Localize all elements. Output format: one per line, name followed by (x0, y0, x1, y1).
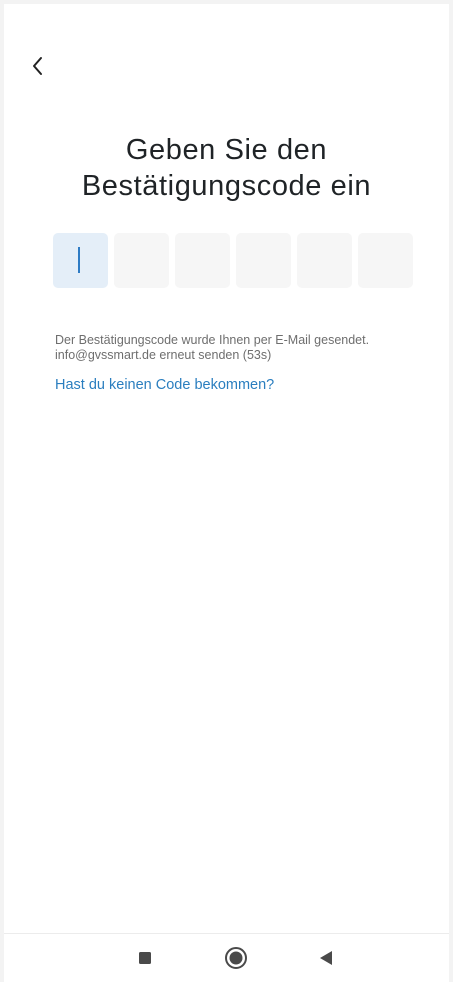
code-digit-4[interactable] (236, 233, 291, 288)
resend-countdown: info@gvssmart.de erneut senden (53s) (55, 348, 272, 362)
verification-screen: Geben Sie den Bestätigungscode ein Der B… (4, 4, 449, 982)
back-button[interactable] (22, 50, 54, 82)
code-digit-1[interactable] (53, 233, 108, 288)
recent-apps-icon (139, 952, 151, 964)
system-nav-bar (4, 933, 449, 982)
code-digit-2[interactable] (114, 233, 169, 288)
code-digit-5[interactable] (297, 233, 352, 288)
nav-recent-apps-button[interactable] (131, 944, 159, 972)
text-caret (78, 247, 80, 273)
chevron-left-icon (33, 57, 42, 75)
page-title: Geben Sie den Bestätigungscode ein (81, 134, 372, 202)
back-triangle-icon (320, 951, 332, 965)
info-text: Der Bestätigungscode wurde Ihnen per E-M… (55, 333, 435, 363)
code-digit-3[interactable] (175, 233, 230, 288)
home-icon (225, 947, 247, 969)
nav-home-button[interactable] (222, 944, 250, 972)
info-sent-message: Der Bestätigungscode wurde Ihnen per E-M… (55, 333, 370, 347)
nav-back-button[interactable] (312, 944, 340, 972)
code-digit-6[interactable] (358, 233, 413, 288)
code-input-row (53, 233, 413, 288)
no-code-link[interactable]: Hast du keinen Code bekommen? (55, 377, 274, 393)
